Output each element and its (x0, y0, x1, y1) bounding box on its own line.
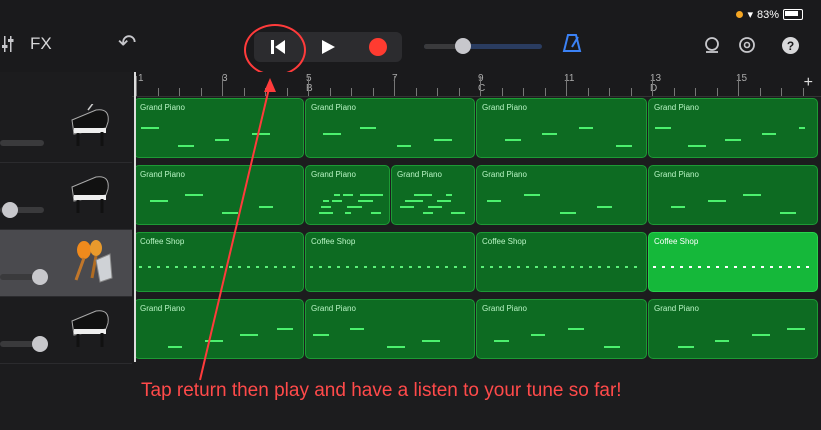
annotation-arrow (199, 78, 276, 381)
annotation-caption: Tap return then play and have a listen t… (141, 380, 622, 401)
